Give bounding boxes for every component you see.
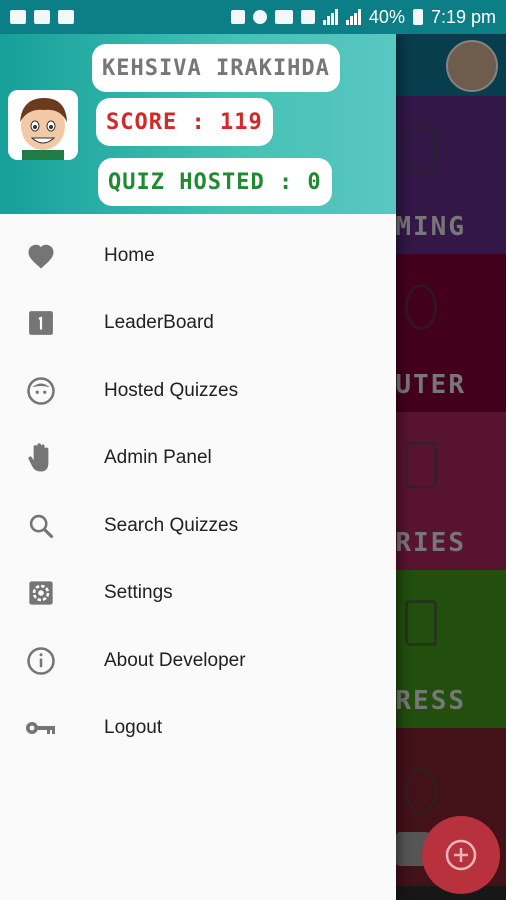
signal-icon-2 (345, 9, 361, 25)
image-notification-icon (10, 10, 26, 24)
menu-item-label: Home (104, 244, 155, 266)
menu-item-label: Admin Panel (104, 447, 212, 469)
wifi-icon (274, 10, 293, 24)
drawer-header: KEHSIVA IRAKIHDA SCORE : 119 QUIZ HOSTED… (0, 34, 396, 214)
heart-icon (0, 242, 80, 270)
status-notification-icons (10, 10, 74, 24)
menu-item-label: Search Quizzes (104, 514, 239, 536)
user-avatar[interactable] (8, 90, 78, 160)
battery-icon (412, 9, 423, 25)
leaderboard-icon (0, 310, 80, 336)
menu-item-leaderboard[interactable]: LeaderBoard (0, 290, 396, 358)
menu-item-label: LeaderBoard (104, 312, 214, 334)
menu-item-logout[interactable]: Logout (0, 695, 396, 763)
add-quiz-button[interactable] (422, 816, 500, 894)
menu-item-label: Logout (104, 717, 163, 739)
quiz-hosted-count: QUIZ HOSTED : 0 (98, 158, 332, 206)
menu-item-about-developer[interactable]: About Developer (0, 627, 396, 695)
battery-percentage: 40% (368, 6, 405, 27)
menu-item-home[interactable]: Home (0, 222, 396, 290)
hand-icon (0, 442, 80, 474)
menu-item-search-quizzes[interactable]: Search Quizzes (0, 492, 396, 560)
gear-icon (0, 579, 80, 607)
plus-circle-icon (445, 839, 477, 871)
key-icon (0, 718, 80, 738)
search-icon (0, 512, 80, 540)
menu-item-label: Hosted Quizzes (104, 379, 239, 401)
menu-item-label: About Developer (104, 649, 246, 671)
navigation-drawer: KEHSIVA IRAKIHDA SCORE : 119 QUIZ HOSTED… (0, 34, 396, 900)
status-bar: 40% 7:19 pm (0, 0, 506, 34)
info-icon (0, 646, 80, 676)
status-system-icons: 40% 7:19 pm (230, 6, 496, 28)
menu-item-label: Settings (104, 582, 173, 604)
menu-item-hosted-quizzes[interactable]: Hosted Quizzes (0, 357, 396, 425)
mute-icon (230, 10, 245, 24)
user-score: SCORE : 119 (96, 98, 273, 146)
menu-item-settings[interactable]: Settings (0, 560, 396, 628)
folder-notification-icon (58, 10, 74, 24)
clock-time: 7:19 pm (430, 6, 496, 27)
drawer-menu: Home LeaderBoard Hosted Quizzes Admin Pa… (0, 222, 396, 762)
user-name: KEHSIVA IRAKIHDA (92, 44, 340, 92)
app-notification-icon (34, 10, 50, 24)
data-icon (300, 10, 315, 24)
cartoon-avatar-icon (8, 90, 78, 160)
signal-icon (322, 9, 338, 25)
face-icon (0, 376, 80, 406)
menu-item-admin-panel[interactable]: Admin Panel (0, 425, 396, 493)
alarm-icon (252, 10, 267, 24)
